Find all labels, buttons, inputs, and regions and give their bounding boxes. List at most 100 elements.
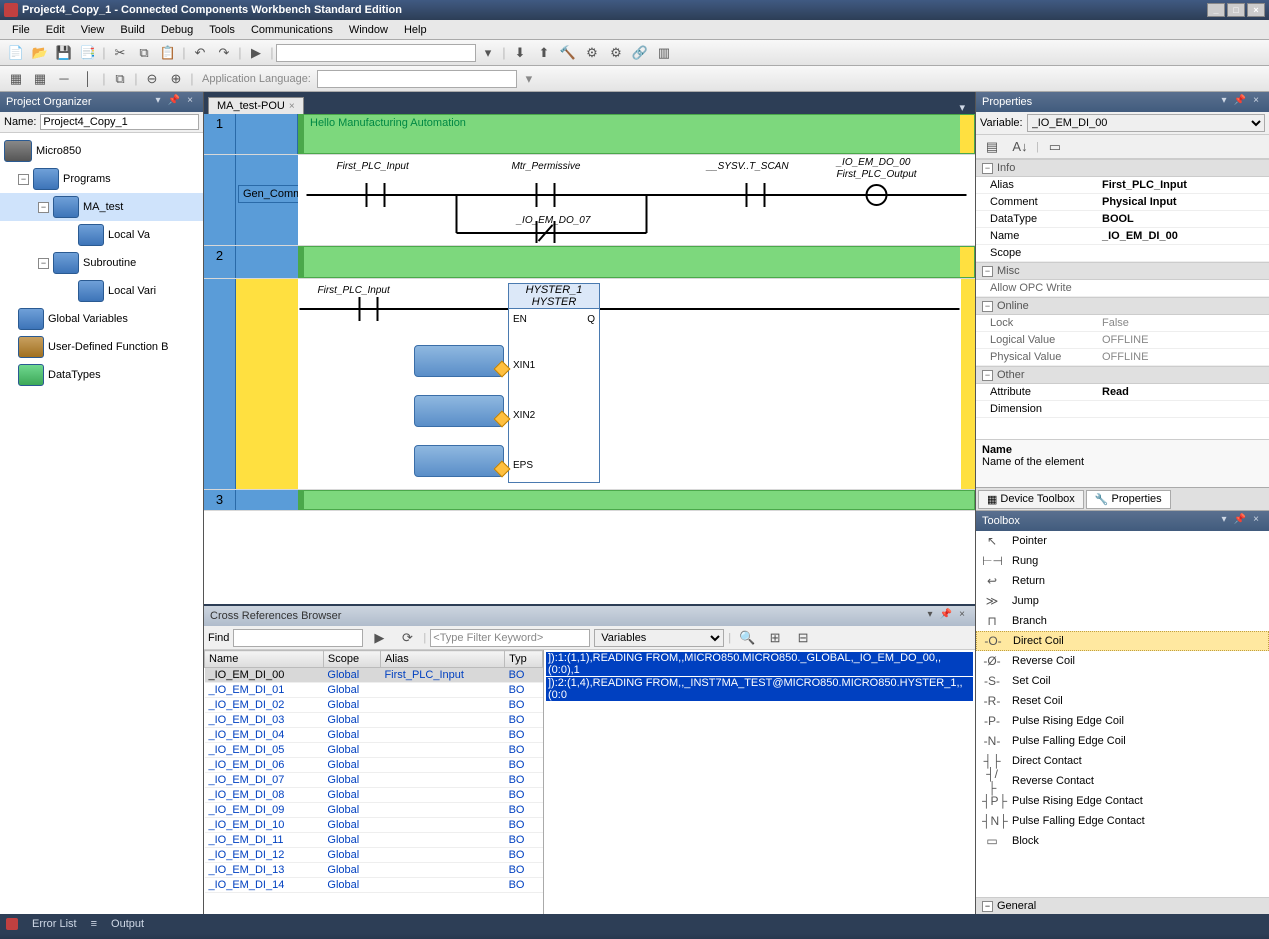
minimize-button[interactable]: _ — [1207, 3, 1225, 17]
menu-tools[interactable]: Tools — [201, 24, 243, 36]
rung-2-comment[interactable] — [298, 246, 975, 278]
menu-debug[interactable]: Debug — [153, 24, 201, 36]
col-scope[interactable]: Scope — [323, 651, 380, 668]
table-row[interactable]: _IO_EM_DI_02GlobalBO — [205, 698, 543, 713]
tree-node-local-va-1[interactable]: Local Va — [0, 221, 203, 249]
tree-node-programs[interactable]: − Programs — [0, 165, 203, 193]
project-name-input[interactable] — [40, 114, 199, 130]
menu-communications[interactable]: Communications — [243, 24, 341, 36]
toolbox-list[interactable]: ↖Pointer⊢⊣Rung↩Return≫Jump⊓Branch-O-Dire… — [976, 531, 1269, 897]
menu-view[interactable]: View — [73, 24, 113, 36]
dropdown-icon[interactable]: ▾ — [477, 43, 499, 63]
lang-dropdown-icon[interactable]: ▾ — [518, 69, 540, 89]
cut-icon[interactable]: ✂ — [109, 43, 131, 63]
grid-icon[interactable]: ▦ — [5, 69, 27, 89]
rung-1-comment[interactable]: Hello Manufacturing Automation — [298, 114, 975, 154]
toolbox-item[interactable]: ▭Block — [976, 831, 1269, 851]
table-row[interactable]: _IO_EM_DI_10GlobalBO — [205, 818, 543, 833]
toolbox-item[interactable]: -S-Set Coil — [976, 671, 1269, 691]
search-icon[interactable]: 🔍 — [736, 628, 758, 648]
collapse-icon[interactable]: ⊟ — [792, 628, 814, 648]
rung-2-body[interactable]: First_PLC_Input HYSTER_1HYSTER EN Q XIN1… — [298, 279, 961, 489]
config-combo[interactable] — [276, 44, 476, 62]
upload-icon[interactable]: ⬆ — [533, 43, 555, 63]
tree-node-ma-test[interactable]: − MA_test — [0, 193, 203, 221]
tab-ma-test[interactable]: MA_test-POU × — [208, 97, 304, 114]
table-row[interactable]: _IO_EM_DI_06GlobalBO — [205, 758, 543, 773]
rung-1-body[interactable]: First_PLC_Input Mtr_Permissive _IO_EM_DO… — [298, 155, 975, 245]
toolbox-item[interactable]: -N-Pulse Falling Edge Coil — [976, 731, 1269, 751]
sort-icon[interactable]: A↓ — [1009, 137, 1031, 157]
error-list-tab[interactable]: Error List — [32, 918, 77, 930]
tab-device-toolbox[interactable]: ▦Device Toolbox — [978, 490, 1084, 509]
tree-node-datatypes[interactable]: DataTypes — [0, 361, 203, 389]
panel-close-icon[interactable]: × — [955, 609, 969, 623]
table-row[interactable]: _IO_EM_DI_14GlobalBO — [205, 878, 543, 893]
save-icon[interactable]: 💾 — [53, 43, 75, 63]
type-filter-input[interactable] — [430, 629, 590, 647]
save-all-icon[interactable]: 📑 — [77, 43, 99, 63]
table-row[interactable]: _IO_EM_DI_11GlobalBO — [205, 833, 543, 848]
tab-close-icon[interactable]: × — [289, 101, 295, 112]
panel-close-icon[interactable]: × — [1249, 95, 1263, 109]
output-tab[interactable]: Output — [111, 918, 144, 930]
table-row[interactable]: _IO_EM_DI_08GlobalBO — [205, 788, 543, 803]
toolbox-item[interactable]: -Ø-Reverse Coil — [976, 651, 1269, 671]
collapse-icon[interactable]: − — [38, 202, 49, 213]
table-row[interactable]: _IO_EM_DI_07GlobalBO — [205, 773, 543, 788]
rung-3-comment[interactable] — [298, 490, 975, 510]
toolbox-item[interactable]: -P-Pulse Rising Edge Coil — [976, 711, 1269, 731]
pin-block-xin1[interactable] — [414, 345, 504, 377]
pin-icon[interactable]: 📌 — [167, 95, 181, 109]
toolbox-category-general[interactable]: − General — [976, 897, 1269, 914]
open-icon[interactable]: 📂 — [29, 43, 51, 63]
panel-close-icon[interactable]: × — [1249, 514, 1263, 528]
function-block-hyster[interactable]: HYSTER_1HYSTER EN Q XIN1 XIN2 EPS — [508, 283, 600, 483]
close-button[interactable]: × — [1247, 3, 1265, 17]
pin-icon[interactable]: 📌 — [1233, 95, 1247, 109]
find-go-icon[interactable]: ▶ — [368, 628, 390, 648]
menu-edit[interactable]: Edit — [38, 24, 73, 36]
lang-combo[interactable] — [317, 70, 517, 88]
pin-block-eps[interactable] — [414, 445, 504, 477]
project-tree[interactable]: Micro850 − Programs − MA_test Local Va −… — [0, 133, 203, 914]
table-row[interactable]: _IO_EM_DI_04GlobalBO — [205, 728, 543, 743]
ladder-editor[interactable]: 1 Hello Manufacturing Automation Gen_Com… — [204, 114, 975, 604]
scope-select[interactable]: Variables — [594, 629, 724, 647]
menu-build[interactable]: Build — [112, 24, 152, 36]
col-type[interactable]: Typ — [505, 651, 543, 668]
expand-icon[interactable]: ⊞ — [764, 628, 786, 648]
copy2-icon[interactable]: ⧉ — [109, 69, 131, 89]
panel-menu-icon[interactable]: ▾ — [923, 609, 937, 623]
toolbox-item[interactable]: -O-Direct Coil — [976, 631, 1269, 651]
redo-icon[interactable]: ↷ — [213, 43, 235, 63]
menu-window[interactable]: Window — [341, 24, 396, 36]
table-row[interactable]: _IO_EM_DI_01GlobalBO — [205, 683, 543, 698]
play-icon[interactable]: ▶ — [245, 43, 267, 63]
toolbox-item[interactable]: ↖Pointer — [976, 531, 1269, 551]
toolbox-item[interactable]: -R-Reset Coil — [976, 691, 1269, 711]
properties-grid[interactable]: −Info AliasFirst_PLC_Input CommentPhysic… — [976, 159, 1269, 439]
collapse-icon[interactable]: − — [18, 174, 29, 185]
wire-icon[interactable]: ─ — [53, 69, 75, 89]
pages-icon[interactable]: ▭ — [1044, 137, 1066, 157]
pin-icon[interactable]: 📌 — [939, 609, 953, 623]
refresh-icon[interactable]: ⟳ — [396, 628, 418, 648]
collapse-icon[interactable]: − — [38, 258, 49, 269]
new-icon[interactable]: 📄 — [5, 43, 27, 63]
download-icon[interactable]: ⬇ — [509, 43, 531, 63]
toolbox-item[interactable]: ┤├Direct Contact — [976, 751, 1269, 771]
table-row[interactable]: _IO_EM_DI_13GlobalBO — [205, 863, 543, 878]
collapse-icon[interactable]: − — [982, 901, 993, 912]
menu-file[interactable]: File — [4, 24, 38, 36]
zoom-out-icon[interactable]: ⊖ — [141, 69, 163, 89]
tab-properties[interactable]: 🔧Properties — [1086, 490, 1171, 509]
maximize-button[interactable]: □ — [1227, 3, 1245, 17]
toolbox-item[interactable]: ┤/├Reverse Contact — [976, 771, 1269, 791]
toolbox-item[interactable]: ┤N├Pulse Falling Edge Contact — [976, 811, 1269, 831]
table-row[interactable]: _IO_EM_DI_12GlobalBO — [205, 848, 543, 863]
menu-help[interactable]: Help — [396, 24, 435, 36]
col-alias[interactable]: Alias — [380, 651, 504, 668]
toolbox-item[interactable]: ⊓Branch — [976, 611, 1269, 631]
undo-icon[interactable]: ↶ — [189, 43, 211, 63]
